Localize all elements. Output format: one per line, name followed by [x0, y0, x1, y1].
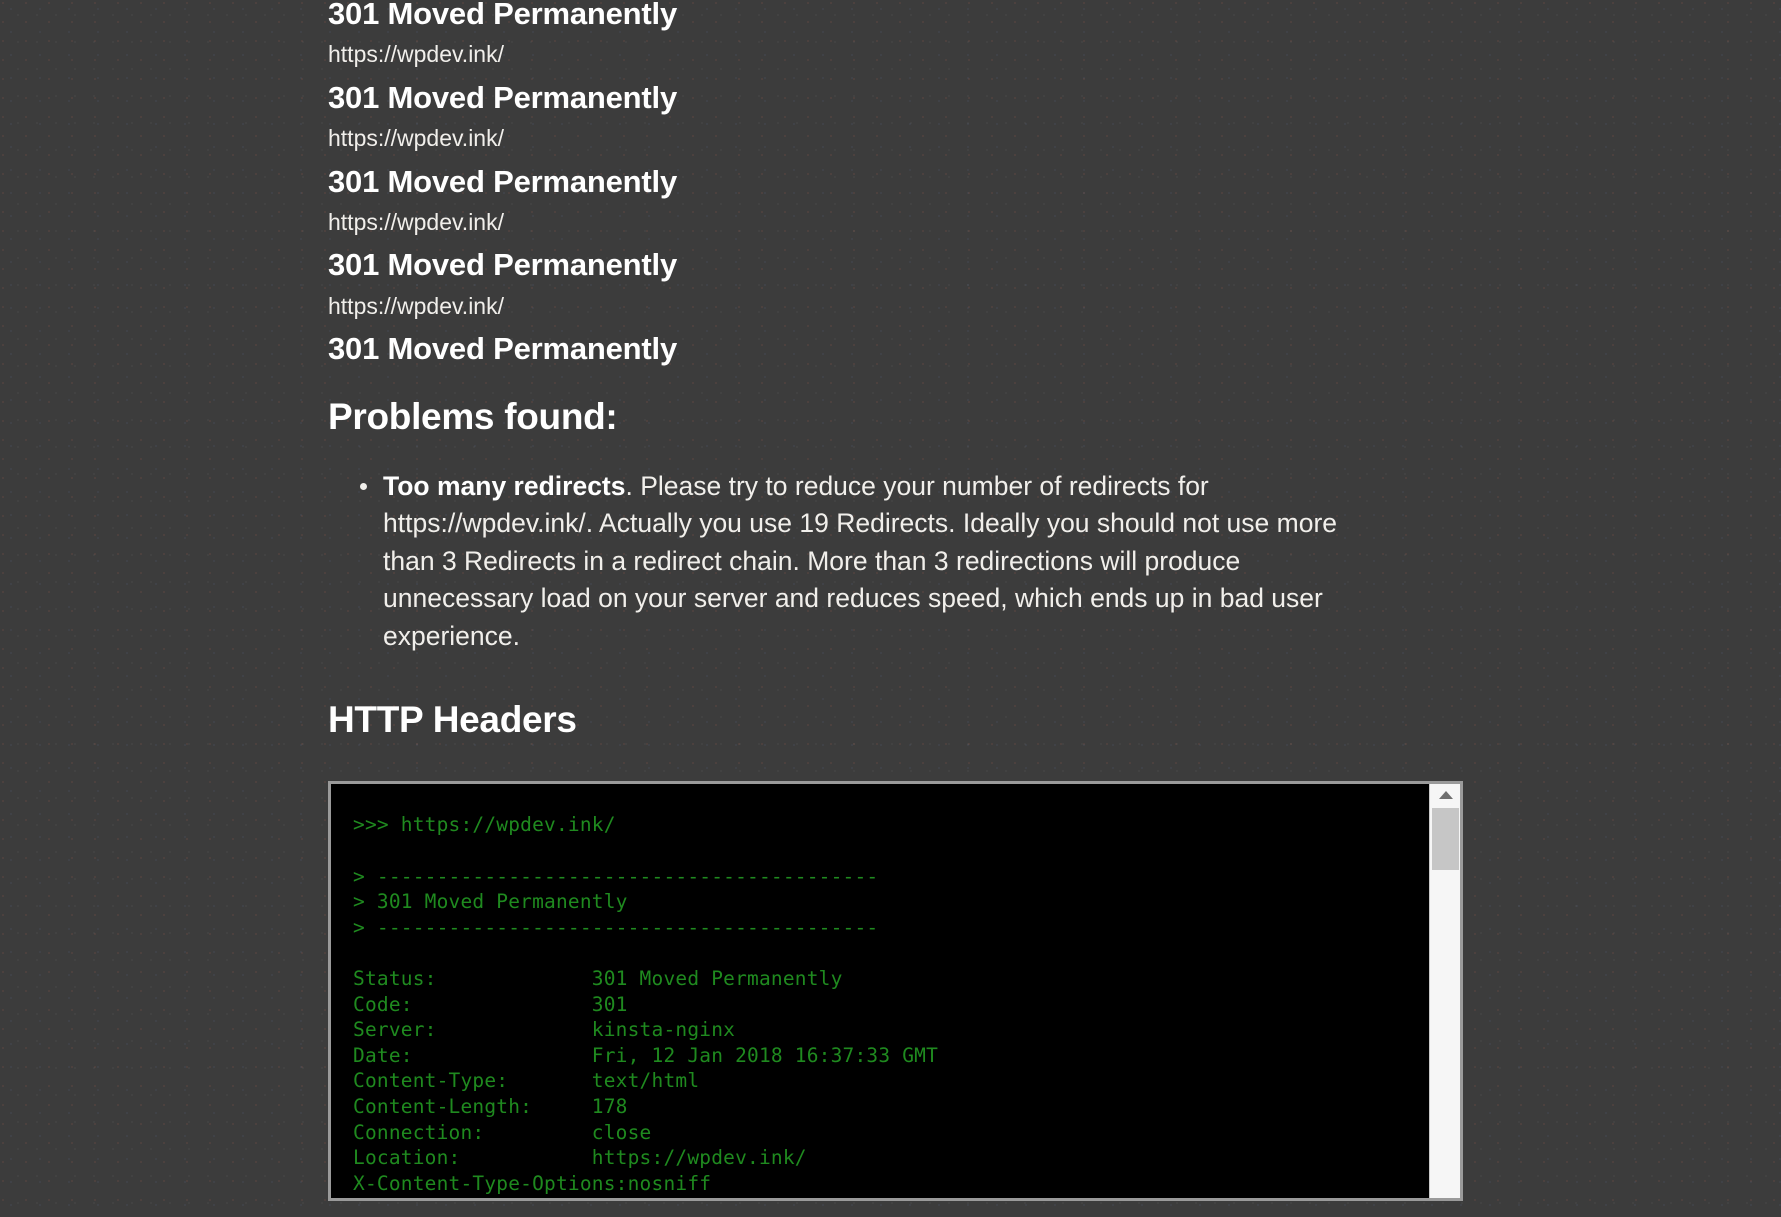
redirect-status: 301 Moved Permanently: [328, 332, 1468, 365]
redirect-chain-entry: 301 Moved Permanently https://wpdev.ink/: [328, 81, 1468, 152]
http-headers-console[interactable]: >>> https://wpdev.ink/ > ---------------…: [328, 781, 1463, 1201]
bullet-icon: [360, 483, 367, 490]
problems-section: Problems found: Too many redirects. Plea…: [328, 396, 1468, 655]
page-root: 301 Moved Permanently https://wpdev.ink/…: [0, 0, 1781, 1217]
redirect-chain-entry: 301 Moved Permanently: [328, 332, 1468, 365]
redirect-url: https://wpdev.ink/: [328, 294, 1468, 319]
redirect-url: https://wpdev.ink/: [328, 126, 1468, 151]
http-headers-section: HTTP Headers >>> https://wpdev.ink/ > --…: [328, 699, 1468, 1202]
chevron-up-icon: [1439, 791, 1453, 799]
redirect-chain-entry: 301 Moved Permanently https://wpdev.ink/: [328, 248, 1468, 319]
problem-lead: Too many redirects: [383, 471, 626, 501]
scrollbar-thumb[interactable]: [1432, 808, 1459, 870]
redirect-url: https://wpdev.ink/: [328, 42, 1468, 67]
content-column: 301 Moved Permanently https://wpdev.ink/…: [328, 0, 1468, 1201]
console-text: >>> https://wpdev.ink/ > ---------------…: [353, 812, 1429, 1196]
redirect-url: https://wpdev.ink/: [328, 210, 1468, 235]
redirect-status: 301 Moved Permanently: [328, 81, 1468, 114]
console-scrollbar[interactable]: [1429, 784, 1460, 1198]
problems-heading: Problems found:: [328, 396, 1468, 439]
redirect-chain-entry: 301 Moved Permanently https://wpdev.ink/: [328, 0, 1468, 68]
redirect-chain-list: 301 Moved Permanently https://wpdev.ink/…: [328, 0, 1468, 366]
problems-list: Too many redirects. Please try to reduce…: [328, 468, 1468, 655]
console-output-area[interactable]: >>> https://wpdev.ink/ > ---------------…: [331, 784, 1429, 1198]
redirect-status: 301 Moved Permanently: [328, 165, 1468, 198]
redirect-status: 301 Moved Permanently: [328, 0, 1468, 30]
scroll-up-button[interactable]: [1430, 784, 1461, 806]
http-headers-heading: HTTP Headers: [328, 699, 1468, 742]
redirect-chain-entry: 301 Moved Permanently https://wpdev.ink/: [328, 165, 1468, 236]
redirect-status: 301 Moved Permanently: [328, 248, 1468, 281]
problem-item: Too many redirects. Please try to reduce…: [328, 468, 1343, 655]
